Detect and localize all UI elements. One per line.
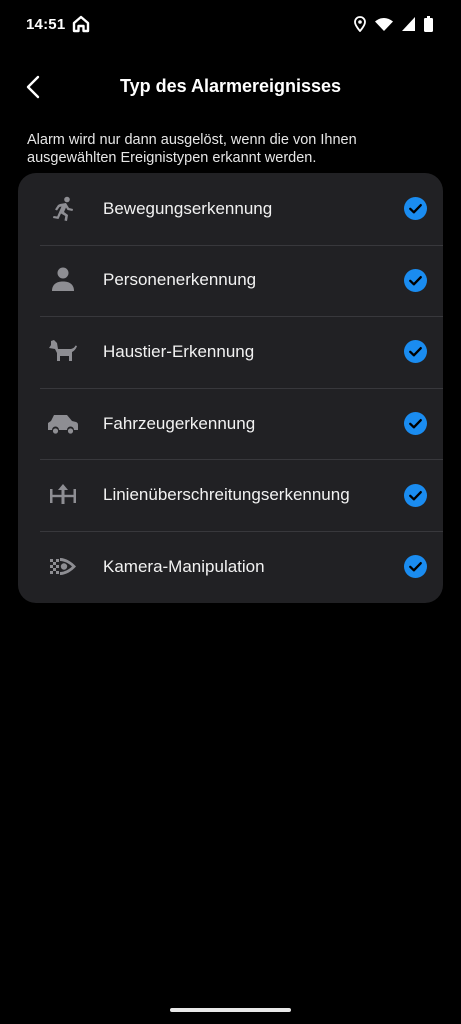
wifi-icon <box>375 17 393 31</box>
description-text: Alarm wird nur dann ausgelöst, wenn die … <box>27 132 357 166</box>
gesture-nav-bar[interactable] <box>170 1008 291 1012</box>
battery-icon <box>424 16 433 32</box>
signal-icon <box>402 17 415 31</box>
line-crossing-icon <box>46 480 80 510</box>
running-person-icon <box>46 194 80 224</box>
event-label: Personenerkennung <box>103 270 257 290</box>
event-row-line-crossing[interactable]: Linienüberschreitungserkennung <box>18 459 443 531</box>
event-label: Kamera-Manipulation <box>103 556 265 576</box>
checkmark-icon[interactable] <box>404 483 427 507</box>
event-row-vehicle[interactable]: Fahrzeugerkennung <box>18 387 443 460</box>
checkmark-icon[interactable] <box>404 412 427 436</box>
event-row-camera-tamper[interactable]: Kamera-Manipulation <box>18 530 443 603</box>
checkmark-icon[interactable] <box>404 340 427 364</box>
event-label: Fahrzeugerkennung <box>103 413 256 433</box>
camera-tamper-icon <box>46 552 80 582</box>
checkmark-icon[interactable] <box>404 197 427 221</box>
location-icon <box>354 16 366 32</box>
status-time: 14:51 <box>26 16 66 33</box>
event-label: Linienüberschreitungserkennung <box>103 485 350 505</box>
home-icon <box>72 15 90 38</box>
event-label: Bewegungserkennung <box>103 198 273 218</box>
event-row-person[interactable]: Personenerkennung <box>18 244 443 317</box>
app-header: Typ des Alarmereignisses <box>0 62 461 112</box>
person-icon <box>46 265 80 295</box>
page-title: Typ des Alarmereignisses <box>119 76 342 96</box>
event-row-pet[interactable]: Haustier-Erkennung <box>18 316 443 388</box>
checkmark-icon[interactable] <box>404 555 427 579</box>
checkmark-icon[interactable] <box>404 268 427 292</box>
event-label: Haustier-Erkennung <box>103 341 255 361</box>
event-type-list: Bewegungserkennung Personenerkennung Hau… <box>18 173 443 603</box>
car-icon <box>46 409 80 439</box>
event-row-motion[interactable]: Bewegungserkennung <box>18 173 443 245</box>
status-bar: 14:51 <box>0 0 461 50</box>
dog-icon <box>46 337 80 367</box>
